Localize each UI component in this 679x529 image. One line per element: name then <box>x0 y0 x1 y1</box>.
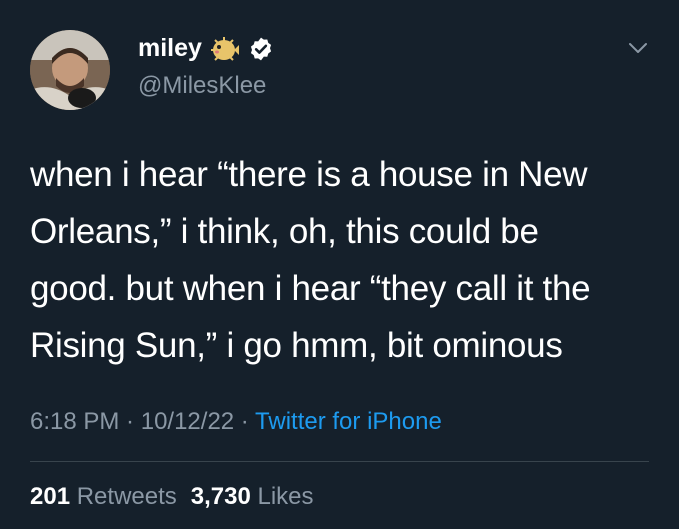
likes-stat[interactable]: 3,730 Likes <box>191 483 314 510</box>
meta-separator: · <box>119 408 141 435</box>
tweet-card: miley @MilesKlee when i hear “there is a… <box>0 0 679 529</box>
tweet-meta: 6:18 PM · 10/12/22 · Twitter for iPhone <box>30 408 442 436</box>
tweet-text-line: good. but when i hear “they call it the <box>30 269 591 308</box>
tweet-text-line: Rising Sun,” i go hmm, bit ominous <box>30 326 563 365</box>
likes-count: 3,730 <box>190 483 251 510</box>
tweet-time[interactable]: 6:18 PM <box>30 408 119 435</box>
retweets-count: 201 <box>30 483 71 510</box>
tweet-text: when i hear “there is a house in New Orl… <box>30 146 655 374</box>
name-row: miley <box>138 34 274 63</box>
tweet-text-line: when i hear “there is a house in New <box>30 155 588 194</box>
tweet-source-link[interactable]: Twitter for iPhone <box>255 408 442 435</box>
tweet-date[interactable]: 10/12/22 <box>141 408 234 435</box>
retweets-label: Retweets <box>76 483 177 510</box>
divider <box>30 461 649 462</box>
blowfish-emoji-icon <box>210 36 239 61</box>
meta-separator: · <box>234 408 256 435</box>
chevron-down-icon[interactable] <box>627 40 649 56</box>
user-handle[interactable]: @MilesKlee <box>138 72 266 100</box>
verified-badge-icon <box>250 37 272 60</box>
retweets-stat[interactable]: 201 Retweets <box>30 483 177 510</box>
avatar[interactable] <box>30 30 110 110</box>
tweet-text-line: Orleans,” i think, oh, this could be <box>30 212 539 251</box>
display-name[interactable]: miley <box>138 34 202 63</box>
likes-label: Likes <box>257 483 314 510</box>
tweet-stats: 201 Retweets 3,730 Likes <box>30 483 314 511</box>
avatar-photo <box>30 30 110 110</box>
